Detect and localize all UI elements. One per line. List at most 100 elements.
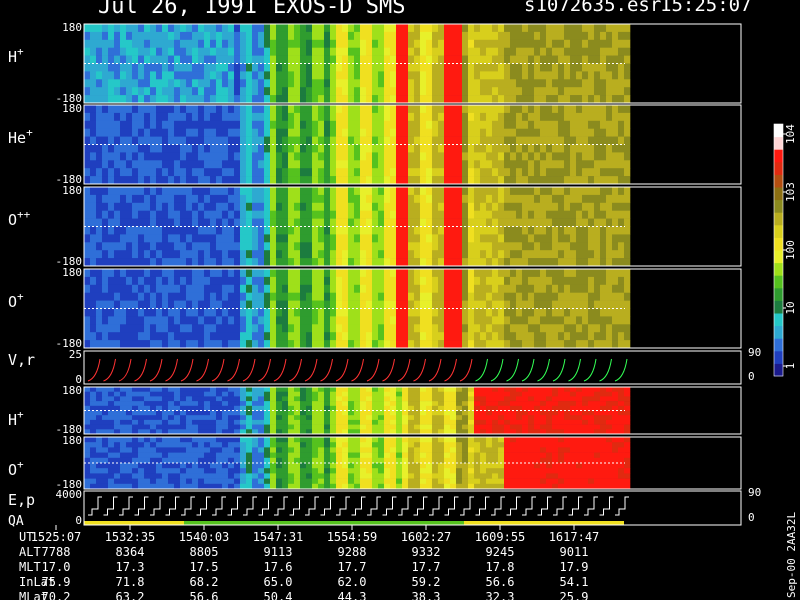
spectrogram-cell	[510, 269, 517, 278]
spectrogram-cell	[468, 276, 475, 286]
spectrogram-cell	[96, 442, 103, 448]
spectrogram-cell	[300, 24, 307, 33]
spectrogram-cell	[114, 63, 121, 72]
spectrogram-cell	[462, 87, 469, 96]
spectrogram-cell	[354, 168, 361, 177]
spectrogram-cell	[228, 391, 235, 397]
spectrogram-cell	[252, 415, 259, 421]
spectrogram-cell	[240, 234, 247, 243]
spectrogram-cell	[528, 63, 535, 72]
spectrogram-cell	[558, 401, 565, 407]
spectrogram-cell	[456, 332, 463, 341]
spectrogram-cell	[216, 144, 223, 153]
spectrogram-cell	[534, 120, 541, 129]
spectrogram-cell	[498, 396, 505, 402]
spectrogram-cell	[234, 160, 241, 169]
spectrogram-cell	[204, 210, 211, 219]
spectrogram-cell	[372, 128, 379, 137]
spectrogram-cell	[102, 71, 109, 80]
spectrogram-cell	[288, 218, 295, 227]
spectrogram-cell	[276, 415, 283, 421]
spectrogram-cell	[348, 79, 355, 88]
spectrogram-cell	[156, 47, 163, 56]
spectrogram-cell	[108, 168, 115, 177]
spectrogram-cell	[186, 63, 193, 72]
spectrogram-cell	[510, 120, 517, 129]
spectrogram-cell	[408, 160, 415, 169]
spectrogram-cell	[138, 463, 145, 469]
spectrogram-cell	[84, 391, 91, 397]
spectrogram-cell	[198, 152, 205, 161]
spectrogram-cell	[282, 105, 289, 114]
spectrogram-cell	[594, 242, 601, 251]
spectrogram-cell	[384, 55, 391, 64]
spectrogram-cell	[90, 31, 97, 41]
spectrogram-cell	[336, 144, 343, 153]
spectrogram-cell	[180, 401, 187, 407]
spectrogram-cell	[480, 424, 487, 430]
spectrogram-cell	[420, 47, 427, 56]
spectrogram-cell	[240, 276, 247, 286]
spectrogram-cell	[384, 136, 391, 145]
spectrogram-cell	[396, 308, 403, 317]
spectrogram-cell	[564, 410, 571, 416]
spectrogram-cell	[90, 401, 97, 407]
spectrogram-cell	[396, 24, 403, 33]
spectrogram-cell	[246, 258, 253, 267]
spectrogram-cell	[288, 308, 295, 317]
spectrogram-cell	[258, 457, 265, 464]
spectrogram-cell	[270, 79, 277, 88]
spectrogram-cell	[408, 292, 415, 301]
spectrogram-cell	[216, 300, 223, 309]
spectrogram-cell	[114, 276, 121, 286]
spectrogram-cell	[180, 419, 187, 425]
spectrogram-cell	[462, 401, 469, 407]
spectrogram-cell	[534, 210, 541, 219]
spectrogram-cell	[432, 226, 439, 235]
spectrogram-cell	[378, 168, 385, 177]
spectrogram-cell	[132, 63, 139, 72]
spectrogram-cell	[444, 250, 451, 259]
spectrogram-cell	[558, 234, 565, 243]
spectrogram-cell	[408, 105, 415, 114]
spectrogram-cell	[588, 152, 595, 161]
spectrogram-cell	[168, 202, 175, 211]
spectrogram-cell	[366, 187, 373, 196]
spectrogram-cell	[558, 218, 565, 227]
spectrogram-cell	[474, 168, 481, 177]
spectrogram-cell	[294, 410, 301, 416]
spectrogram-cell	[570, 87, 577, 96]
spectrogram-cell	[594, 258, 601, 267]
spectrogram-cell	[114, 128, 121, 137]
spectrogram-cell	[336, 424, 343, 430]
spectrogram-cell	[336, 316, 343, 325]
spectrogram-cell	[450, 168, 457, 177]
spectrogram-cell	[174, 442, 181, 448]
spectrogram-cell	[288, 95, 295, 104]
spectrogram-cell	[366, 276, 373, 286]
spectrogram-cell	[618, 202, 625, 211]
spectrogram-cell	[96, 401, 103, 407]
spectrogram-cell	[552, 316, 559, 325]
spectrogram-cell	[570, 396, 577, 402]
spectrogram-cell	[384, 144, 391, 153]
spectrogram-cell	[414, 128, 421, 137]
spectrogram-cell	[420, 176, 427, 185]
spectrogram-cell	[444, 160, 451, 169]
spectrogram-cell	[300, 258, 307, 267]
spectrogram-cell	[510, 160, 517, 169]
spectrogram-cell	[312, 79, 319, 88]
spectrogram-cell	[516, 187, 523, 196]
spectrogram-cell	[168, 79, 175, 88]
spectrogram-cell	[252, 176, 259, 185]
spectrogram-cell	[564, 144, 571, 153]
spectrogram-cell	[180, 152, 187, 161]
spectrogram-cell	[162, 419, 169, 425]
spectrogram-cell	[276, 202, 283, 211]
spectrogram-cell	[126, 410, 133, 416]
spectrogram-cell	[318, 152, 325, 161]
spectrogram-cell	[282, 415, 289, 421]
spectrogram-cell	[420, 39, 427, 48]
spectrogram-cell	[114, 47, 121, 56]
spectrogram-cell	[516, 128, 523, 137]
